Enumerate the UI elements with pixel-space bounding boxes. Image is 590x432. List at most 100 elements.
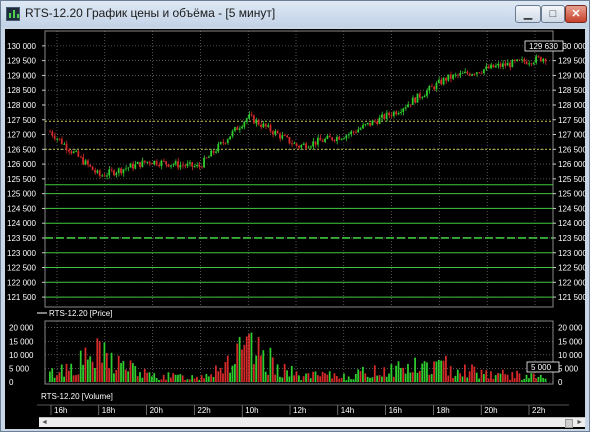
price-candle-body	[241, 126, 243, 129]
price-tick-right: 128 000	[558, 101, 585, 110]
volume-bar	[203, 378, 205, 382]
price-candle-body	[257, 119, 260, 125]
minimize-button[interactable]: ▁	[515, 5, 541, 23]
price-candle-body	[260, 124, 262, 128]
volume-bar	[487, 378, 490, 382]
price-candle-body	[252, 115, 255, 124]
last-volume-label: 5 000	[531, 363, 552, 372]
price-candle-body	[262, 123, 265, 128]
price-candle-body	[447, 74, 450, 81]
price-candle-body	[169, 165, 172, 167]
chart-window: RTS-12.20 График цены и объёма - [5 мину…	[0, 0, 590, 432]
volume-bar	[129, 360, 132, 382]
price-candle-body	[423, 95, 426, 98]
volume-bar	[459, 373, 462, 382]
price-candle-body	[124, 168, 127, 170]
price-candle-body	[471, 74, 473, 76]
volume-bar	[105, 353, 108, 382]
price-candle-body	[222, 142, 224, 143]
scroll-left-icon[interactable]: ◄	[41, 418, 48, 427]
volume-bar	[518, 373, 521, 382]
price-candle-body	[530, 63, 533, 65]
price-candle-body	[96, 170, 99, 173]
chart-area[interactable]: 130 000 130 000 129 500 129 500 129 000 129 0…	[5, 29, 585, 429]
price-candle-body	[328, 135, 331, 138]
price-candle-body	[51, 131, 54, 136]
volume-bar	[513, 378, 516, 382]
volume-bar	[75, 375, 77, 382]
price-candle-body	[288, 137, 291, 144]
price-tick-left: 122 500	[7, 264, 36, 273]
price-candle-body	[464, 71, 466, 74]
price-candle-body	[229, 136, 231, 140]
volume-bar	[312, 371, 314, 382]
volume-bar	[324, 373, 326, 382]
price-candle-body	[480, 73, 483, 74]
price-candle-body	[89, 164, 92, 167]
volume-bar	[65, 363, 68, 382]
horizontal-scrollbar[interactable]: ◄ ►	[39, 417, 585, 428]
price-tick-left: 121 500	[7, 293, 36, 302]
volume-bar	[77, 374, 80, 382]
price-candle-body	[494, 65, 497, 68]
volume-bar	[388, 373, 390, 382]
price-candle-body	[184, 165, 186, 167]
price-candle-body	[148, 161, 151, 164]
volume-tick-right: 5 000	[558, 364, 579, 373]
price-candle-body	[409, 104, 412, 106]
scroll-right-icon[interactable]: ►	[576, 418, 583, 427]
volume-bar	[407, 364, 409, 382]
price-tick-right: 122 500	[558, 264, 585, 273]
volume-bar	[108, 368, 111, 382]
volume-bar	[196, 376, 198, 382]
maximize-button[interactable]: □	[541, 5, 565, 23]
volume-bar	[51, 368, 54, 382]
volume-bar	[466, 377, 469, 382]
volume-bar	[390, 364, 393, 382]
price-candle-body	[490, 64, 492, 69]
price-candle-body	[295, 143, 298, 146]
price-candle-body	[141, 160, 144, 168]
volume-bar	[319, 376, 322, 382]
scrollbar-thumb[interactable]	[565, 419, 573, 428]
volume-bar	[461, 376, 464, 382]
volume-bar	[260, 355, 262, 382]
volume-bar	[181, 375, 184, 382]
price-candle-body	[53, 135, 56, 140]
volume-bar	[72, 375, 75, 382]
price-tick-left: 129 000	[7, 71, 36, 80]
chart-app-icon	[6, 7, 20, 21]
price-candle-body	[172, 164, 175, 166]
price-tick-right: 121 500	[558, 293, 585, 302]
close-button[interactable]: ✕	[565, 5, 587, 23]
price-candle-body	[523, 59, 526, 62]
volume-bar	[523, 378, 526, 382]
price-candle-body	[473, 74, 476, 76]
price-candle-body	[449, 74, 452, 79]
price-tick-left: 123 500	[7, 234, 36, 243]
price-tick-left: 126 500	[7, 145, 36, 154]
volume-tick-right: 10 000	[558, 351, 583, 360]
volume-bar	[392, 376, 395, 382]
volume-bar	[286, 370, 288, 382]
volume-bar	[302, 376, 305, 382]
title-bar[interactable]: RTS-12.20 График цены и объёма - [5 мину…	[1, 1, 589, 27]
volume-tick-left: 5 000	[9, 364, 30, 373]
price-candle-body	[75, 151, 77, 152]
price-candle-body	[264, 123, 267, 127]
price-candle-body	[276, 131, 279, 134]
volume-bar	[454, 375, 457, 382]
price-volume-chart[interactable]: 130 000 130 000129 500 129 500129 000 129 0…	[5, 29, 585, 429]
price-candle-body	[165, 161, 167, 165]
volume-bar	[471, 364, 473, 382]
price-candle-body	[174, 161, 177, 165]
price-candle-body	[532, 62, 535, 65]
price-candle-body	[77, 151, 80, 157]
volume-bar	[509, 379, 511, 382]
time-axis-label: 18h	[102, 406, 115, 415]
price-candle-body	[155, 160, 158, 166]
volume-bar	[345, 380, 348, 382]
price-candle-body	[395, 111, 397, 115]
price-tick-right: 129 000	[558, 71, 585, 80]
price-candle-body	[319, 137, 322, 141]
